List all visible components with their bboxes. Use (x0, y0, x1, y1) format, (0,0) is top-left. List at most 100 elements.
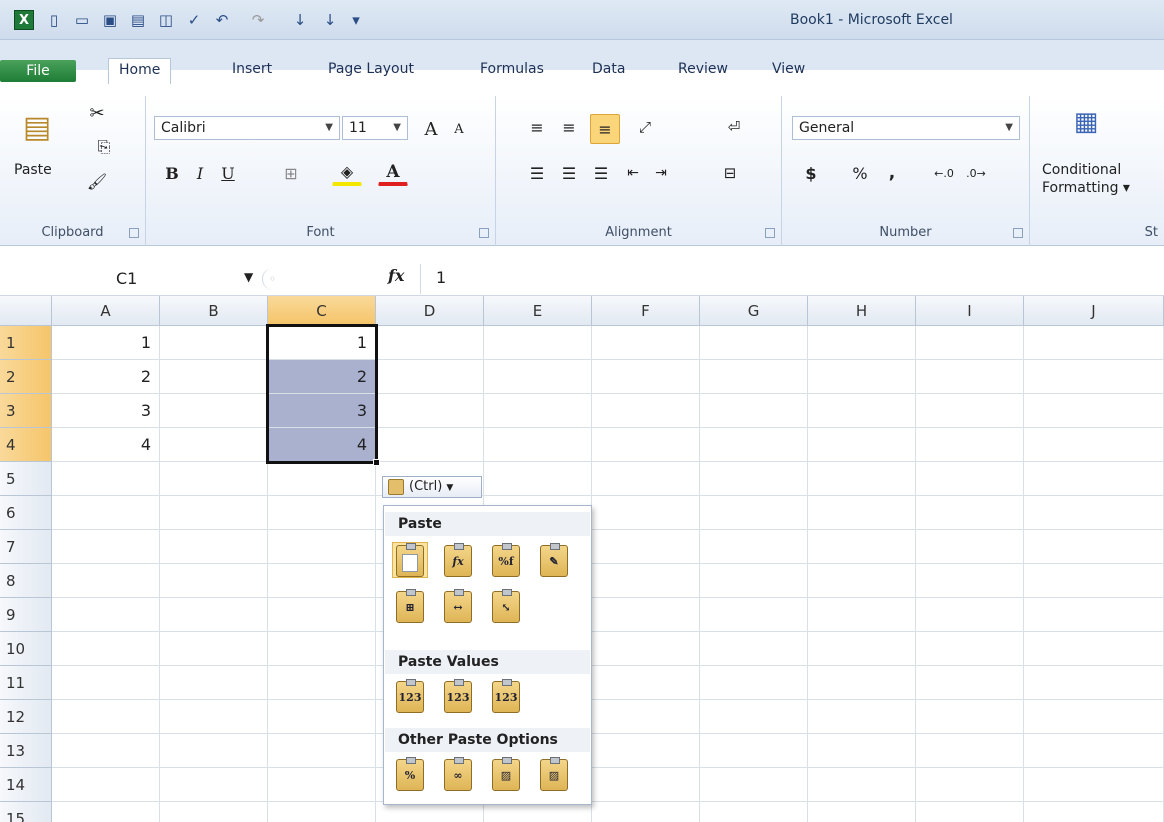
tab-formulas[interactable]: Formulas (470, 58, 554, 82)
grid-cell[interactable] (160, 360, 268, 394)
grid-cell[interactable] (376, 394, 484, 428)
paste-values-number-formatting-button[interactable]: 123 (440, 678, 476, 714)
formatting-button[interactable]: % (392, 756, 428, 792)
row-header-1[interactable]: 1 (0, 326, 52, 360)
font-launcher-icon[interactable] (479, 228, 489, 238)
grid-cell[interactable] (484, 802, 592, 822)
paste-formulas-button[interactable]: fx (440, 542, 476, 578)
cell-c3[interactable]: 3 (268, 394, 376, 428)
grid-cell[interactable] (1024, 802, 1164, 822)
grid-cell[interactable] (268, 666, 376, 700)
grid-cell[interactable] (52, 632, 160, 666)
grid-cell[interactable] (592, 632, 700, 666)
row-header-2[interactable]: 2 (0, 360, 52, 394)
grid-cell[interactable] (700, 802, 808, 822)
wrap-text-icon[interactable]: ⏎ (720, 114, 748, 140)
grid-cell[interactable] (916, 360, 1024, 394)
font-color-button[interactable]: A (378, 160, 408, 186)
number-format-dropdown[interactable]: General ▼ (792, 116, 1020, 140)
grid-cell[interactable] (700, 564, 808, 598)
tab-review[interactable]: Review (668, 58, 738, 82)
grid-cell[interactable] (160, 462, 268, 496)
grid-cell[interactable] (700, 598, 808, 632)
row-header-8[interactable]: 8 (0, 564, 52, 598)
grid-cell[interactable] (700, 734, 808, 768)
paste-icon[interactable]: ▤ (14, 104, 60, 150)
transpose-button[interactable]: ⤡ (488, 588, 524, 624)
row-header-6[interactable]: 6 (0, 496, 52, 530)
row-header-12[interactable]: 12 (0, 700, 52, 734)
linked-picture-button[interactable]: ▨ (536, 756, 572, 792)
grid-cell[interactable] (1024, 700, 1164, 734)
grid-cell[interactable] (592, 564, 700, 598)
grid-cell[interactable] (592, 360, 700, 394)
grid-cell[interactable] (376, 326, 484, 360)
grid-cell[interactable] (268, 734, 376, 768)
borders-icon[interactable]: ⊞ (276, 160, 306, 186)
grid-cell[interactable] (268, 530, 376, 564)
grid-cell[interactable] (268, 700, 376, 734)
grid-cell[interactable] (916, 768, 1024, 802)
grid-cell[interactable] (1024, 462, 1164, 496)
tab-page-layout[interactable]: Page Layout (318, 58, 424, 82)
grid-cell[interactable] (160, 496, 268, 530)
grid-cell[interactable] (484, 394, 592, 428)
grid-cell[interactable] (52, 462, 160, 496)
copy-icon[interactable]: ⎘ (84, 134, 124, 160)
grid-cell[interactable] (700, 428, 808, 462)
grid-cell[interactable] (268, 632, 376, 666)
grid-cell[interactable] (808, 496, 916, 530)
underline-button[interactable]: U (216, 160, 240, 186)
grid-cell[interactable] (160, 802, 268, 822)
tab-view[interactable]: View (762, 58, 815, 82)
increase-decimal-icon[interactable]: ←.0 (930, 160, 958, 186)
grid-cell[interactable] (808, 462, 916, 496)
grid-cell[interactable] (1024, 326, 1164, 360)
cell-a2[interactable]: 2 (52, 360, 160, 394)
grid-cell[interactable] (160, 530, 268, 564)
grid-cell[interactable] (700, 496, 808, 530)
paste-button[interactable] (392, 542, 428, 578)
merge-center-icon[interactable]: ⊟ (710, 160, 750, 186)
grid-cell[interactable] (1024, 428, 1164, 462)
grid-cell[interactable] (1024, 360, 1164, 394)
grid-cell[interactable] (268, 564, 376, 598)
cell-a4[interactable]: 4 (52, 428, 160, 462)
grid-cell[interactable] (700, 462, 808, 496)
grid-cell[interactable] (160, 666, 268, 700)
grid-cell[interactable] (268, 462, 376, 496)
format-painter-icon[interactable]: 🖌 (84, 168, 110, 194)
grid-cell[interactable] (808, 700, 916, 734)
conditional-formatting-label-2[interactable]: Formatting ▾ (1042, 180, 1130, 196)
grid-cell[interactable] (916, 462, 1024, 496)
grid-cell[interactable] (484, 326, 592, 360)
grid-cell[interactable] (916, 564, 1024, 598)
column-header-g[interactable]: G (700, 296, 808, 326)
tab-insert[interactable]: Insert (222, 58, 282, 82)
grid-cell[interactable] (1024, 530, 1164, 564)
keep-column-widths-button[interactable]: ↔ (440, 588, 476, 624)
column-header-f[interactable]: F (592, 296, 700, 326)
grid-cell[interactable] (484, 360, 592, 394)
row-header-10[interactable]: 10 (0, 632, 52, 666)
grid-cell[interactable] (376, 428, 484, 462)
insert-function-button[interactable]: fx (388, 266, 404, 285)
grid-cell[interactable] (52, 598, 160, 632)
clipboard-launcher-icon[interactable] (129, 228, 139, 238)
grid-cell[interactable] (376, 802, 484, 822)
paste-values-source-formatting-button[interactable]: 123 (488, 678, 524, 714)
column-header-j[interactable]: J (1024, 296, 1164, 326)
grid-cell[interactable] (268, 598, 376, 632)
align-left-icon[interactable]: ☰ (524, 160, 550, 186)
excel-logo-icon[interactable]: X (14, 10, 34, 30)
comma-button[interactable]: , (882, 160, 902, 186)
row-header-14[interactable]: 14 (0, 768, 52, 802)
paste-button-label[interactable]: Paste (14, 162, 52, 178)
grid-cell[interactable] (376, 360, 484, 394)
cut-icon[interactable]: ✂ (84, 100, 110, 126)
grid-cell[interactable] (808, 734, 916, 768)
cell-a3[interactable]: 3 (52, 394, 160, 428)
fill-color-icon[interactable]: ◈ (332, 160, 362, 186)
decrease-decimal-icon[interactable]: .0→ (962, 160, 990, 186)
print-icon[interactable]: ▤ (128, 10, 148, 30)
